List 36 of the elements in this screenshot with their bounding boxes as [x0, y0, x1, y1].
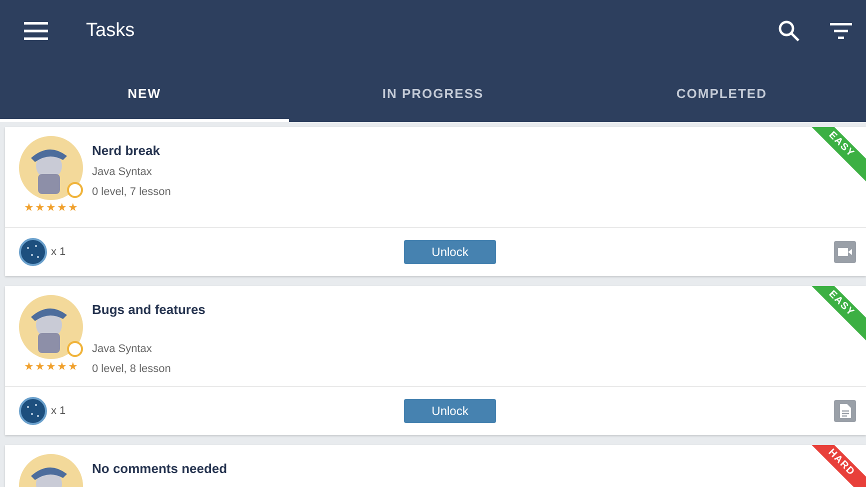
document-icon[interactable] — [834, 400, 856, 422]
star-icon: ★ — [46, 203, 56, 214]
task-title: Bugs and features — [92, 302, 206, 317]
tab[interactable]: IN PROGRESS — [288, 62, 578, 122]
video-camera-icon[interactable] — [834, 241, 856, 263]
star-icon: ★ — [24, 362, 34, 373]
search-icon[interactable] — [778, 20, 800, 42]
star-icon: ★ — [68, 362, 78, 373]
task-title: Nerd break — [92, 143, 161, 158]
star-icon: ★ — [57, 362, 67, 373]
filter-icon[interactable] — [830, 23, 852, 39]
star-icon: ★ — [24, 203, 34, 214]
star-icon: ★ — [68, 203, 78, 214]
badge-ring-icon — [67, 182, 83, 198]
reward-count: x 1 — [51, 246, 67, 258]
star-icon: ★ — [35, 362, 45, 373]
app-title: Tasks — [86, 20, 136, 42]
star-icon: ★ — [46, 362, 56, 373]
lesson-info: 0 level, 7 lesson — [92, 186, 171, 198]
reward-count: x 1 — [51, 405, 67, 417]
star-icon: ★ — [57, 203, 67, 214]
coin-icon — [19, 397, 47, 425]
tab[interactable]: NEW — [0, 62, 289, 122]
coin-icon — [19, 238, 47, 266]
menu-icon[interactable] — [24, 22, 48, 40]
avatar-drawing — [19, 136, 83, 200]
star-icon: ★ — [35, 203, 45, 214]
course-name: Java Syntax — [92, 166, 153, 178]
unlock-button[interactable]: Unlock — [404, 240, 496, 264]
tab[interactable]: COMPLETED — [577, 62, 866, 122]
avatar-drawing — [19, 295, 83, 359]
task-title: No comments needed — [92, 461, 228, 476]
course-name: Java Syntax — [92, 343, 153, 355]
badge-ring-icon — [67, 341, 83, 357]
unlock-button[interactable]: Unlock — [404, 399, 496, 423]
lesson-info: 0 level, 8 lesson — [92, 363, 172, 375]
